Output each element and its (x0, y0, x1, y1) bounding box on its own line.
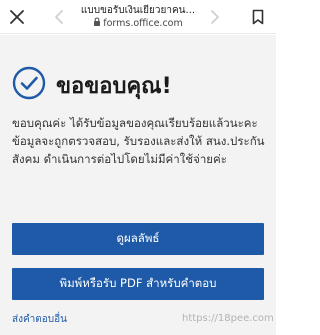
watermark: https://18pee.com (182, 313, 274, 324)
print-pdf-button[interactable]: พิมพ์หรือรับ PDF สำหรับคำตอบ (12, 268, 264, 300)
page: แบบขอรับเงินเยียวยาคน... forms.office.co… (0, 0, 276, 335)
chevron-right-icon[interactable] (208, 8, 222, 26)
bookmark-icon[interactable] (248, 6, 268, 28)
address-bar[interactable]: แบบขอรับเงินเยียวยาคน... forms.office.co… (72, 4, 204, 32)
browser-top-bar: แบบขอรับเงินเยียวยาคน... forms.office.co… (0, 0, 276, 34)
page-title: แบบขอรับเงินเยียวยาคน... (80, 5, 196, 16)
submit-another-link[interactable]: ส่งคำตอบอื่น (12, 312, 67, 327)
confirmation-message: ขอบคุณค่ะ ได้รับข้อมูลของคุณเรียบร้อยแล้… (12, 116, 265, 166)
confirmation-heading: ขอขอบคุณ! (56, 73, 172, 99)
confirmation-header: ขอขอบคุณ! (12, 66, 172, 104)
url-host: forms.office.com (72, 17, 204, 30)
chevron-left-icon[interactable] (52, 8, 66, 26)
view-results-button[interactable]: ดูผลลัพธ์ (12, 223, 264, 255)
close-icon[interactable] (6, 6, 28, 28)
lock-icon (93, 17, 101, 30)
check-circle-icon (12, 66, 46, 104)
url-host-text: forms.office.com (103, 17, 183, 29)
